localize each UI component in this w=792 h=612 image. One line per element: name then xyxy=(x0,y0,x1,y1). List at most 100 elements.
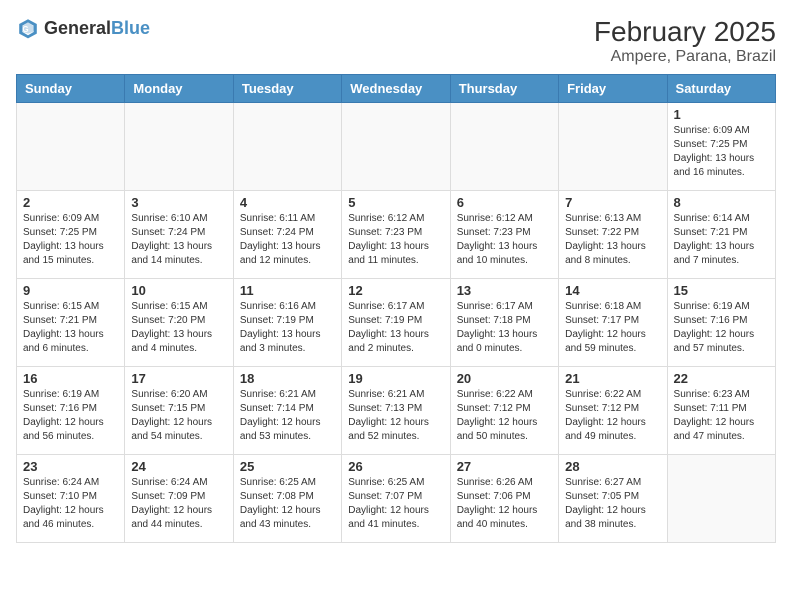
day-number: 1 xyxy=(674,107,769,122)
calendar-cell xyxy=(450,103,558,191)
day-info: Sunrise: 6:19 AMSunset: 7:16 PMDaylight:… xyxy=(23,388,118,444)
calendar-cell: 15 Sunrise: 6:19 AMSunset: 7:16 PMDayligh… xyxy=(667,279,775,367)
svg-text:G: G xyxy=(22,25,28,34)
calendar-cell: 8 Sunrise: 6:14 AMSunset: 7:21 PMDaylight… xyxy=(667,191,775,279)
calendar-cell: 22Sunrise: 6:23 AMSunset: 7:11 PMDayligh… xyxy=(667,367,775,455)
day-info: Sunrise: 6:15 AMSunset: 7:21 PMDaylight:… xyxy=(23,300,118,356)
day-info: Sunrise: 6:16 AMSunset: 7:19 PMDaylight:… xyxy=(240,300,335,356)
calendar-cell: 7 Sunrise: 6:13 AMSunset: 7:22 PMDaylight… xyxy=(559,191,667,279)
calendar-week-1: 1 Sunrise: 6:09 AMSunset: 7:25 PMDaylight… xyxy=(17,103,776,191)
day-header-friday: Friday xyxy=(559,75,667,103)
day-info: Sunrise: 6:13 AMSunset: 7:22 PMDaylight:… xyxy=(565,212,660,268)
day-number: 17 xyxy=(131,371,226,386)
logo: G GeneralBlue xyxy=(16,16,150,40)
day-number: 7 xyxy=(565,195,660,210)
calendar-cell: 9 Sunrise: 6:15 AMSunset: 7:21 PMDaylight… xyxy=(17,279,125,367)
day-info: Sunrise: 6:22 AMSunset: 7:12 PMDaylight:… xyxy=(457,388,552,444)
calendar-cell: 25 Sunrise: 6:25 AMSunset: 7:08 PMDayligh… xyxy=(233,455,341,543)
day-header-saturday: Saturday xyxy=(667,75,775,103)
calendar-cell: 6 Sunrise: 6:12 AMSunset: 7:23 PMDaylight… xyxy=(450,191,558,279)
day-number: 20 xyxy=(457,371,552,386)
calendar-table: SundayMondayTuesdayWednesdayThursdayFrid… xyxy=(16,74,776,543)
day-info: Sunrise: 6:22 AMSunset: 7:12 PMDaylight:… xyxy=(565,388,660,444)
day-info: Sunrise: 6:25 AMSunset: 7:08 PMDaylight:… xyxy=(240,476,335,532)
calendar-week-5: 23 Sunrise: 6:24 AMSunset: 7:10 PMDayligh… xyxy=(17,455,776,543)
calendar-cell: 26 Sunrise: 6:25 AMSunset: 7:07 PMDayligh… xyxy=(342,455,450,543)
calendar-cell xyxy=(233,103,341,191)
day-info: Sunrise: 6:09 AMSunset: 7:25 PMDaylight:… xyxy=(674,124,769,180)
day-header-sunday: Sunday xyxy=(17,75,125,103)
page-header: G GeneralBlue February 2025 Ampere, Para… xyxy=(16,16,776,66)
calendar-week-2: 2Sunrise: 6:09 AMSunset: 7:25 PMDaylight… xyxy=(17,191,776,279)
calendar-cell: 2Sunrise: 6:09 AMSunset: 7:25 PMDaylight… xyxy=(17,191,125,279)
day-number: 2 xyxy=(23,195,118,210)
day-info: Sunrise: 6:18 AMSunset: 7:17 PMDaylight:… xyxy=(565,300,660,356)
day-info: Sunrise: 6:25 AMSunset: 7:07 PMDaylight:… xyxy=(348,476,443,532)
day-number: 3 xyxy=(131,195,226,210)
day-info: Sunrise: 6:14 AMSunset: 7:21 PMDaylight:… xyxy=(674,212,769,268)
logo-general: General xyxy=(44,18,111,38)
calendar-cell xyxy=(125,103,233,191)
day-number: 26 xyxy=(348,459,443,474)
day-info: Sunrise: 6:12 AMSunset: 7:23 PMDaylight:… xyxy=(457,212,552,268)
calendar-cell: 11Sunrise: 6:16 AMSunset: 7:19 PMDayligh… xyxy=(233,279,341,367)
calendar-cell: 4 Sunrise: 6:11 AMSunset: 7:24 PMDaylight… xyxy=(233,191,341,279)
calendar-header-row: SundayMondayTuesdayWednesdayThursdayFrid… xyxy=(17,75,776,103)
title-block: February 2025 Ampere, Parana, Brazil xyxy=(594,16,776,66)
day-number: 28 xyxy=(565,459,660,474)
day-number: 25 xyxy=(240,459,335,474)
calendar-cell: 12Sunrise: 6:17 AMSunset: 7:19 PMDayligh… xyxy=(342,279,450,367)
day-number: 4 xyxy=(240,195,335,210)
calendar-cell: 24Sunrise: 6:24 AMSunset: 7:09 PMDayligh… xyxy=(125,455,233,543)
day-number: 18 xyxy=(240,371,335,386)
calendar-cell: 23 Sunrise: 6:24 AMSunset: 7:10 PMDayligh… xyxy=(17,455,125,543)
calendar-cell xyxy=(17,103,125,191)
day-info: Sunrise: 6:24 AMSunset: 7:10 PMDaylight:… xyxy=(23,476,118,532)
day-info: Sunrise: 6:27 AMSunset: 7:05 PMDaylight:… xyxy=(565,476,660,532)
day-info: Sunrise: 6:21 AMSunset: 7:13 PMDaylight:… xyxy=(348,388,443,444)
day-number: 21 xyxy=(565,371,660,386)
calendar-week-3: 9 Sunrise: 6:15 AMSunset: 7:21 PMDaylight… xyxy=(17,279,776,367)
day-info: Sunrise: 6:10 AMSunset: 7:24 PMDaylight:… xyxy=(131,212,226,268)
day-number: 14 xyxy=(565,283,660,298)
day-header-tuesday: Tuesday xyxy=(233,75,341,103)
day-number: 23 xyxy=(23,459,118,474)
calendar-cell: 10 Sunrise: 6:15 AMSunset: 7:20 PMDayligh… xyxy=(125,279,233,367)
day-number: 19 xyxy=(348,371,443,386)
day-info: Sunrise: 6:17 AMSunset: 7:19 PMDaylight:… xyxy=(348,300,443,356)
day-info: Sunrise: 6:17 AMSunset: 7:18 PMDaylight:… xyxy=(457,300,552,356)
logo-text: GeneralBlue xyxy=(44,18,150,39)
day-info: Sunrise: 6:15 AMSunset: 7:20 PMDaylight:… xyxy=(131,300,226,356)
day-number: 6 xyxy=(457,195,552,210)
month-title: February 2025 xyxy=(594,16,776,48)
calendar-cell xyxy=(667,455,775,543)
calendar-cell xyxy=(559,103,667,191)
calendar-cell: 18 Sunrise: 6:21 AMSunset: 7:14 PMDayligh… xyxy=(233,367,341,455)
day-number: 5 xyxy=(348,195,443,210)
day-info: Sunrise: 6:21 AMSunset: 7:14 PMDaylight:… xyxy=(240,388,335,444)
calendar-cell: 17 Sunrise: 6:20 AMSunset: 7:15 PMDayligh… xyxy=(125,367,233,455)
day-header-thursday: Thursday xyxy=(450,75,558,103)
calendar-cell: 27 Sunrise: 6:26 AMSunset: 7:06 PMDayligh… xyxy=(450,455,558,543)
calendar-cell: 28 Sunrise: 6:27 AMSunset: 7:05 PMDayligh… xyxy=(559,455,667,543)
day-info: Sunrise: 6:11 AMSunset: 7:24 PMDaylight:… xyxy=(240,212,335,268)
calendar-cell: 3 Sunrise: 6:10 AMSunset: 7:24 PMDaylight… xyxy=(125,191,233,279)
day-number: 22 xyxy=(674,371,769,386)
day-number: 8 xyxy=(674,195,769,210)
day-number: 10 xyxy=(131,283,226,298)
calendar-cell xyxy=(342,103,450,191)
day-header-monday: Monday xyxy=(125,75,233,103)
calendar-cell: 21 Sunrise: 6:22 AMSunset: 7:12 PMDayligh… xyxy=(559,367,667,455)
calendar-week-4: 16Sunrise: 6:19 AMSunset: 7:16 PMDayligh… xyxy=(17,367,776,455)
day-number: 9 xyxy=(23,283,118,298)
day-info: Sunrise: 6:19 AMSunset: 7:16 PMDaylight:… xyxy=(674,300,769,356)
day-info: Sunrise: 6:20 AMSunset: 7:15 PMDaylight:… xyxy=(131,388,226,444)
day-info: Sunrise: 6:12 AMSunset: 7:23 PMDaylight:… xyxy=(348,212,443,268)
day-info: Sunrise: 6:26 AMSunset: 7:06 PMDaylight:… xyxy=(457,476,552,532)
day-number: 15 xyxy=(674,283,769,298)
logo-icon: G xyxy=(16,16,40,40)
day-number: 27 xyxy=(457,459,552,474)
calendar-cell: 20 Sunrise: 6:22 AMSunset: 7:12 PMDayligh… xyxy=(450,367,558,455)
calendar-cell: 16Sunrise: 6:19 AMSunset: 7:16 PMDayligh… xyxy=(17,367,125,455)
location-title: Ampere, Parana, Brazil xyxy=(594,48,776,66)
